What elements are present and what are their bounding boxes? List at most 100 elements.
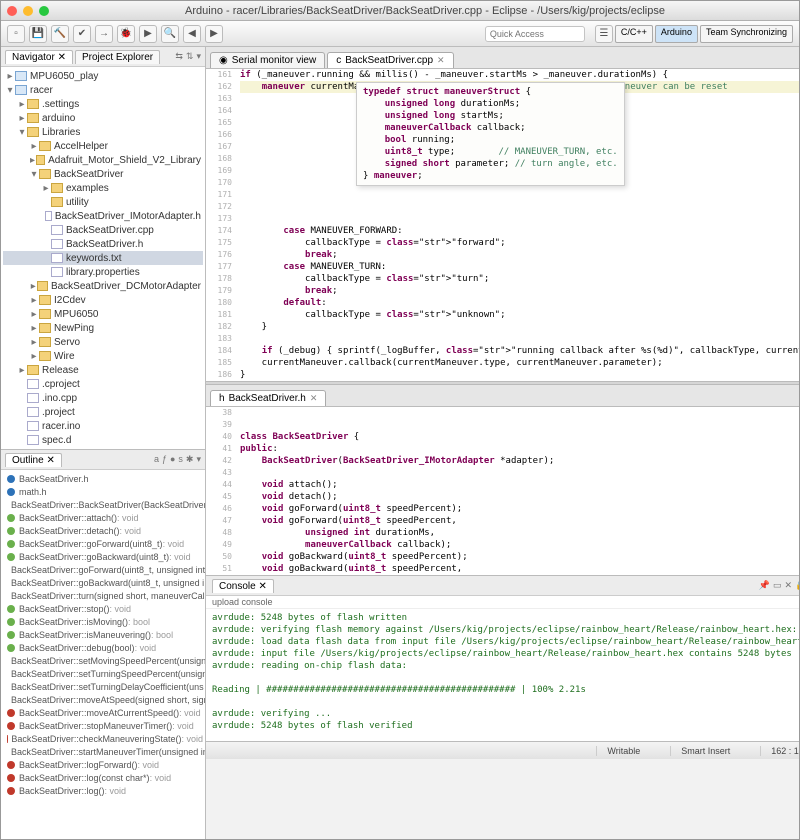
view-menu-icon[interactable]: ▾ bbox=[196, 51, 201, 62]
outline-item[interactable]: BackSeatDriver.h bbox=[3, 472, 203, 485]
tab-backseatdriver-cpp[interactable]: cBackSeatDriver.cpp✕ bbox=[327, 52, 453, 68]
tree-item[interactable]: ▸MPU6050 bbox=[3, 307, 203, 321]
tree-item[interactable]: ▾Libraries bbox=[3, 125, 203, 139]
link-editor-icon[interactable]: ⇅ bbox=[186, 51, 194, 62]
tree-item[interactable]: ▸Adafruit_Motor_Shield_V2_Library bbox=[3, 153, 203, 167]
hide-static-icon[interactable]: s bbox=[178, 454, 183, 465]
outline-item[interactable]: BackSeatDriver::log() : void bbox=[3, 784, 203, 797]
window-close-icon[interactable] bbox=[7, 6, 17, 16]
editor-cpp[interactable]: 1611621631641651661671681691701711721731… bbox=[206, 69, 799, 381]
tab-serial-monitor[interactable]: ◉Serial monitor view bbox=[210, 52, 325, 68]
tree-item[interactable]: BackSeatDriver.cpp bbox=[3, 223, 203, 237]
outline-item[interactable]: BackSeatDriver::attach() : void bbox=[3, 511, 203, 524]
open-perspective-button[interactable]: ☰ bbox=[595, 25, 613, 43]
outline-item[interactable]: BackSeatDriver::isMoving() : bool bbox=[3, 615, 203, 628]
tree-item[interactable]: ▸.settings bbox=[3, 97, 203, 111]
outline-item[interactable]: BackSeatDriver::setTurningSpeedPercent(u… bbox=[3, 667, 203, 680]
tree-item[interactable]: BackSeatDriver.h bbox=[3, 237, 203, 251]
search-button[interactable]: 🔍 bbox=[161, 25, 179, 43]
upload-button[interactable]: → bbox=[95, 25, 113, 43]
tree-item[interactable]: ▸BackSeatDriver_DCMotorAdapter bbox=[3, 279, 203, 293]
outline-item[interactable]: BackSeatDriver::startManeuverTimer(unsig… bbox=[3, 745, 203, 758]
outline-item[interactable]: BackSeatDriver::debug(bool) : void bbox=[3, 641, 203, 654]
outline-item[interactable]: BackSeatDriver::stop() : void bbox=[3, 602, 203, 615]
perspective-switcher: ☰ C/C++ Arduino Team Synchronizing bbox=[595, 25, 793, 43]
filter-icon[interactable]: ƒ bbox=[162, 454, 167, 465]
outline-item[interactable]: BackSeatDriver::log(const char*) : void bbox=[3, 771, 203, 784]
window-zoom-icon[interactable] bbox=[39, 6, 49, 16]
tab-backseatdriver-h[interactable]: hBackSeatDriver.h✕ bbox=[210, 390, 326, 406]
navigator-tab[interactable]: Navigator ✕ bbox=[5, 50, 73, 64]
close-icon[interactable]: ✕ bbox=[437, 55, 445, 66]
outline-tab[interactable]: Outline ✕ bbox=[5, 453, 62, 467]
quick-access-input[interactable] bbox=[485, 26, 585, 42]
tree-item[interactable]: .project bbox=[3, 405, 203, 419]
tree-item[interactable]: library.properties bbox=[3, 265, 203, 279]
navigator-tree[interactable]: ▸MPU6050_play▾racer▸.settings▸arduino▾Li… bbox=[1, 67, 205, 449]
outline-item[interactable]: BackSeatDriver::goForward(uint8_t) : voi… bbox=[3, 537, 203, 550]
hide-fields-icon[interactable]: ● bbox=[170, 454, 175, 465]
outline-item[interactable]: BackSeatDriver::stopManeuverTimer() : vo… bbox=[3, 719, 203, 732]
view-menu-icon[interactable]: ▾ bbox=[196, 454, 201, 465]
outline-item[interactable]: BackSeatDriver::logForward() : void bbox=[3, 758, 203, 771]
tree-item[interactable]: .cproject bbox=[3, 377, 203, 391]
scroll-lock-icon[interactable]: 🔒 bbox=[795, 580, 799, 591]
tree-item[interactable]: utility bbox=[3, 195, 203, 209]
console-tab[interactable]: Console ✕ bbox=[212, 579, 274, 593]
project-explorer-tab[interactable]: Project Explorer bbox=[75, 50, 160, 64]
outline-item[interactable]: math.h bbox=[3, 485, 203, 498]
tree-item[interactable]: spec.d bbox=[3, 433, 203, 447]
outline-item[interactable]: BackSeatDriver::checkManeuveringState() … bbox=[3, 732, 203, 745]
run-button[interactable]: ▶ bbox=[139, 25, 157, 43]
back-button[interactable]: ◀ bbox=[183, 25, 201, 43]
outline-list[interactable]: BackSeatDriver.hmath.hBackSeatDriver::Ba… bbox=[1, 470, 205, 839]
forward-button[interactable]: ▶ bbox=[205, 25, 223, 43]
outline-item[interactable]: BackSeatDriver::moveAtSpeed(signed short… bbox=[3, 693, 203, 706]
debug-button[interactable]: 🐞 bbox=[117, 25, 135, 43]
outline-item[interactable]: BackSeatDriver::goBackward(uint8_t) : vo… bbox=[3, 550, 203, 563]
tree-item[interactable]: ▸Release bbox=[3, 363, 203, 377]
tree-item[interactable]: ▸NewPing bbox=[3, 321, 203, 335]
outline-item[interactable]: BackSeatDriver::moveAtCurrentSpeed() : v… bbox=[3, 706, 203, 719]
build-button[interactable]: 🔨 bbox=[51, 25, 69, 43]
tree-item[interactable]: ▸Wire bbox=[3, 349, 203, 363]
tree-item[interactable]: ▸I2Cdev bbox=[3, 293, 203, 307]
outline-item[interactable]: BackSeatDriver::goBackward(uint8_t, unsi… bbox=[3, 576, 203, 589]
hide-nonpublic-icon[interactable]: ✱ bbox=[186, 454, 194, 465]
collapse-all-icon[interactable]: ⇆ bbox=[175, 51, 183, 62]
tree-item[interactable]: BackSeatDriver_IMotorAdapter.h bbox=[3, 209, 203, 223]
clear-console-icon[interactable]: ✕ bbox=[785, 580, 793, 591]
perspective-cpp[interactable]: C/C++ bbox=[615, 25, 653, 43]
outline-item[interactable]: BackSeatDriver::isManeuvering() : bool bbox=[3, 628, 203, 641]
tree-item[interactable]: .ino.cpp bbox=[3, 391, 203, 405]
tree-item[interactable]: ▸MPU6050_play bbox=[3, 69, 203, 83]
outline-item[interactable]: BackSeatDriver::detach() : void bbox=[3, 524, 203, 537]
window-minimize-icon[interactable] bbox=[23, 6, 33, 16]
pin-console-icon[interactable]: 📌 bbox=[759, 580, 770, 591]
tree-item[interactable]: keywords.txt bbox=[3, 251, 203, 265]
perspective-team[interactable]: Team Synchronizing bbox=[700, 25, 793, 43]
close-icon[interactable]: ✕ bbox=[310, 393, 318, 404]
tree-item[interactable]: ▾BackSeatDriver bbox=[3, 167, 203, 181]
status-bar: Writable Smart Insert 162 : 10 bbox=[206, 741, 799, 759]
display-selected-icon[interactable]: ▭ bbox=[773, 580, 782, 591]
editor-header[interactable]: 3839404142434445464748495051525354555657… bbox=[206, 407, 799, 575]
tree-item[interactable]: ▸examples bbox=[3, 181, 203, 195]
outline-item[interactable]: BackSeatDriver::turn(signed short, maneu… bbox=[3, 589, 203, 602]
console-output[interactable]: avrdude: 5248 bytes of flash writtenavrd… bbox=[206, 609, 799, 741]
titlebar: Arduino - racer/Libraries/BackSeatDriver… bbox=[1, 1, 799, 21]
perspective-arduino[interactable]: Arduino bbox=[655, 25, 698, 43]
tree-item[interactable]: racer.ino bbox=[3, 419, 203, 433]
save-button[interactable]: 💾 bbox=[29, 25, 47, 43]
verify-button[interactable]: ✔ bbox=[73, 25, 91, 43]
tree-item[interactable]: ▸AccelHelper bbox=[3, 139, 203, 153]
new-button[interactable]: ▫ bbox=[7, 25, 25, 43]
sort-icon[interactable]: a bbox=[154, 454, 159, 465]
outline-item[interactable]: BackSeatDriver::setTurningDelayCoefficie… bbox=[3, 680, 203, 693]
outline-item[interactable]: BackSeatDriver::setMovingSpeedPercent(un… bbox=[3, 654, 203, 667]
tree-item[interactable]: ▸Servo bbox=[3, 335, 203, 349]
tree-item[interactable]: ▸arduino bbox=[3, 111, 203, 125]
outline-item[interactable]: BackSeatDriver::BackSeatDriver(BackSeatD… bbox=[3, 498, 203, 511]
outline-item[interactable]: BackSeatDriver::goForward(uint8_t, unsig… bbox=[3, 563, 203, 576]
tree-item[interactable]: ▾racer bbox=[3, 83, 203, 97]
